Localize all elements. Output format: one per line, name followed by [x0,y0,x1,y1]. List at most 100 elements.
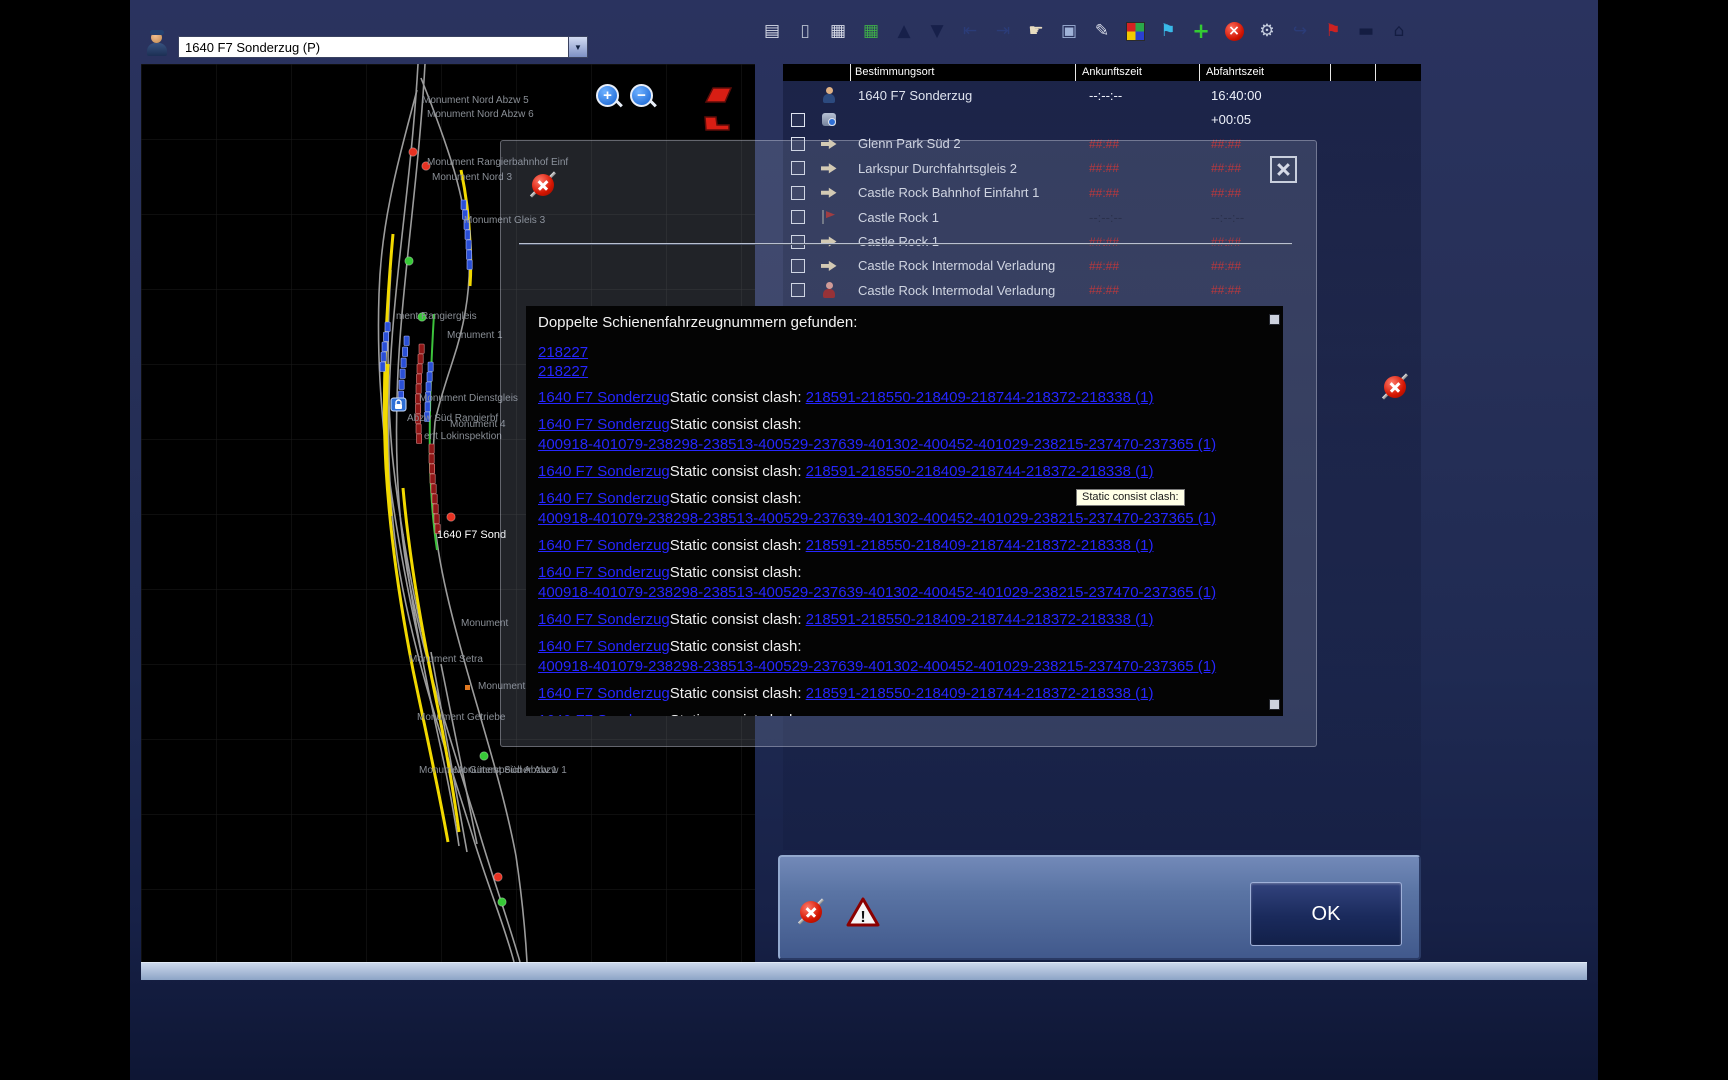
consist-link[interactable]: 400918-401079-238298-238513-400529-23763… [538,436,1216,453]
train-link[interactable]: 1640 F7 Sonderzug [538,463,670,480]
train-driver-icon [145,30,169,57]
clash-entry: 1640 F7 SonderzugStatic consist clash: 4… [538,563,1271,603]
trash-icon[interactable]: ▯ [793,18,817,44]
train-link[interactable]: 1640 F7 Sonderzug [538,490,670,507]
consist-link[interactable]: 218591-218550-218409-218744-218372-21833… [806,463,1154,480]
consist-link[interactable]: 218591-218550-218409-218744-218372-21833… [806,685,1154,702]
trash-icon: ▯ [800,19,809,43]
bottom-band [141,962,1587,980]
train-link[interactable]: 1640 F7 Sonderzug [538,611,670,628]
dialog-divider [519,243,1292,245]
grid-small-icon: ▦ [830,19,846,43]
clash-label: Static consist clash: [670,611,806,628]
add-icon[interactable]: + [1189,18,1213,44]
ok-button[interactable]: OK [1250,882,1402,946]
exit-icon[interactable]: ↪ [1288,18,1312,44]
save-icon[interactable]: ▤ [760,18,784,44]
clash-entry: 1640 F7 SonderzugStatic consist clash: 4… [538,637,1271,677]
train-link[interactable]: 1640 F7 Sonderzug [538,564,670,581]
schedule-row[interactable]: +00:05 [783,107,1421,131]
clash-entry: 1640 F7 SonderzugStatic consist clash: 4… [538,711,1271,716]
clash-entry: 1640 F7 SonderzugStatic consist clash: 2… [538,536,1271,556]
train-link[interactable]: 1640 F7 Sonderzug [538,638,670,655]
duplicate-number-list: 218227 218227 [538,343,1271,381]
cancel-route-icon[interactable] [528,170,558,200]
insert-before-icon: ⇤ [963,19,977,43]
toolbar: ▤ ▯ ▦ ▦ ▲ ▼ [760,18,1411,44]
clash-label: Static consist clash: [670,564,802,581]
header-departure: Abfahrtszeit [1199,64,1330,81]
zoom-in-button[interactable]: + [596,84,619,107]
conductor-icon [822,87,836,103]
copy-schedule-icon: ▣ [1061,19,1077,43]
train-link[interactable]: 1640 F7 Sonderzug [538,712,670,716]
train-link[interactable]: 1640 F7 Sonderzug [538,537,670,554]
map-station-label: Monument Getriebe [417,712,505,723]
arrow-down-icon[interactable]: ▼ [925,18,949,44]
departure-cell: +00:05 [1199,112,1330,127]
header-arrival: Ankunftszeit [1075,64,1199,81]
zoom-out-button[interactable]: − [630,84,653,107]
train-link[interactable]: 1640 F7 Sonderzug [538,685,670,702]
schedule-row[interactable]: 1640 F7 Sonderzug --:--:-- 16:40:00 [783,83,1421,107]
clash-label: Static consist clash: [670,638,802,655]
color-grid-icon[interactable] [1123,18,1147,44]
copy-schedule-icon[interactable]: ▣ [1057,18,1081,44]
clash-label: Static consist clash: [670,416,802,433]
insert-after-icon: ⇥ [996,19,1010,43]
delete-icon: × [1225,22,1244,41]
grid-green-icon: ▦ [863,19,879,43]
edit-icon[interactable]: ✎ [1090,18,1114,44]
vehicle-number-link[interactable]: 218227 [538,344,588,361]
grid-green-icon[interactable]: ▦ [859,18,883,44]
properties-icon[interactable]: ⚙ [1255,18,1279,44]
footer-cancel-icon[interactable] [796,897,826,927]
consist-link[interactable]: 400918-401079-238298-238513-400529-23763… [538,510,1216,527]
clash-entry: 1640 F7 SonderzugStatic consist clash: 4… [538,415,1271,455]
consist-link[interactable]: 218591-218550-218409-218744-218372-21833… [806,611,1154,628]
map-station-label: Monument 1 [447,330,503,341]
delete-icon[interactable]: × [1222,18,1246,44]
consist-link[interactable]: 400918-401079-238298-238513-400529-23763… [538,658,1216,675]
exit-icon: ↪ [1293,19,1307,43]
depot-icon[interactable]: ⌂ [1387,18,1411,44]
consist-link[interactable]: 400918-401079-238298-238513-400529-23763… [538,584,1216,601]
clash-label: Static consist clash: [670,389,806,406]
scroll-square-bottom[interactable] [1269,699,1280,710]
screen: 1640 F7 Sonderzug (P) ▼ ▤ ▯ ▦ ▦ [0,0,1728,1080]
arrow-up-icon[interactable]: ▲ [892,18,916,44]
grid-small-icon[interactable]: ▦ [826,18,850,44]
red-slope-tool-icon[interactable] [702,113,732,133]
clash-entry: 1640 F7 SonderzugStatic consist clash: 2… [538,610,1271,630]
scroll-square-top[interactable] [1269,314,1280,325]
footer-panel: ! OK [778,855,1421,960]
consist-link[interactable]: 218591-218550-218409-218744-218372-21833… [806,389,1154,406]
chevron-down-icon: ▼ [568,37,587,57]
row-checkbox[interactable] [791,113,805,127]
orange-marker [465,685,470,690]
flag-icon[interactable]: ⚑ [1321,18,1345,44]
wagon-icon[interactable]: ▬ [1354,18,1378,44]
close-icon[interactable] [1270,156,1297,183]
dialog-title: Doppelte Schienenfahrzeugnummern gefunde… [538,314,1271,331]
red-curve-tool-icon[interactable] [704,85,734,105]
train-select-value: 1640 F7 Sonderzug (P) [185,40,568,55]
vehicle-number-link[interactable]: 218227 [538,363,588,380]
hand-icon: ☛ [1028,19,1043,43]
clash-label: Static consist clash: [670,685,806,702]
warning-icon[interactable]: ! [846,897,880,927]
add-route-icon[interactable]: ⚑ [1156,18,1180,44]
train-select[interactable]: 1640 F7 Sonderzug (P) ▼ [178,36,588,58]
lock-icon [391,398,406,411]
hand-icon[interactable]: ☛ [1024,18,1048,44]
clash-label: Static consist clash: [670,712,802,716]
train-link[interactable]: 1640 F7 Sonderzug [538,389,670,406]
add-route-icon: ⚑ [1160,19,1175,43]
insert-after-icon[interactable]: ⇥ [991,18,1015,44]
consist-link[interactable]: 218591-218550-218409-218744-218372-21833… [806,537,1154,554]
gear-icon [822,113,836,126]
clash-entry: 1640 F7 SonderzugStatic consist clash: 2… [538,462,1271,482]
train-link[interactable]: 1640 F7 Sonderzug [538,416,670,433]
insert-before-icon[interactable]: ⇤ [958,18,982,44]
cancel-route-icon-2[interactable] [1380,372,1410,402]
